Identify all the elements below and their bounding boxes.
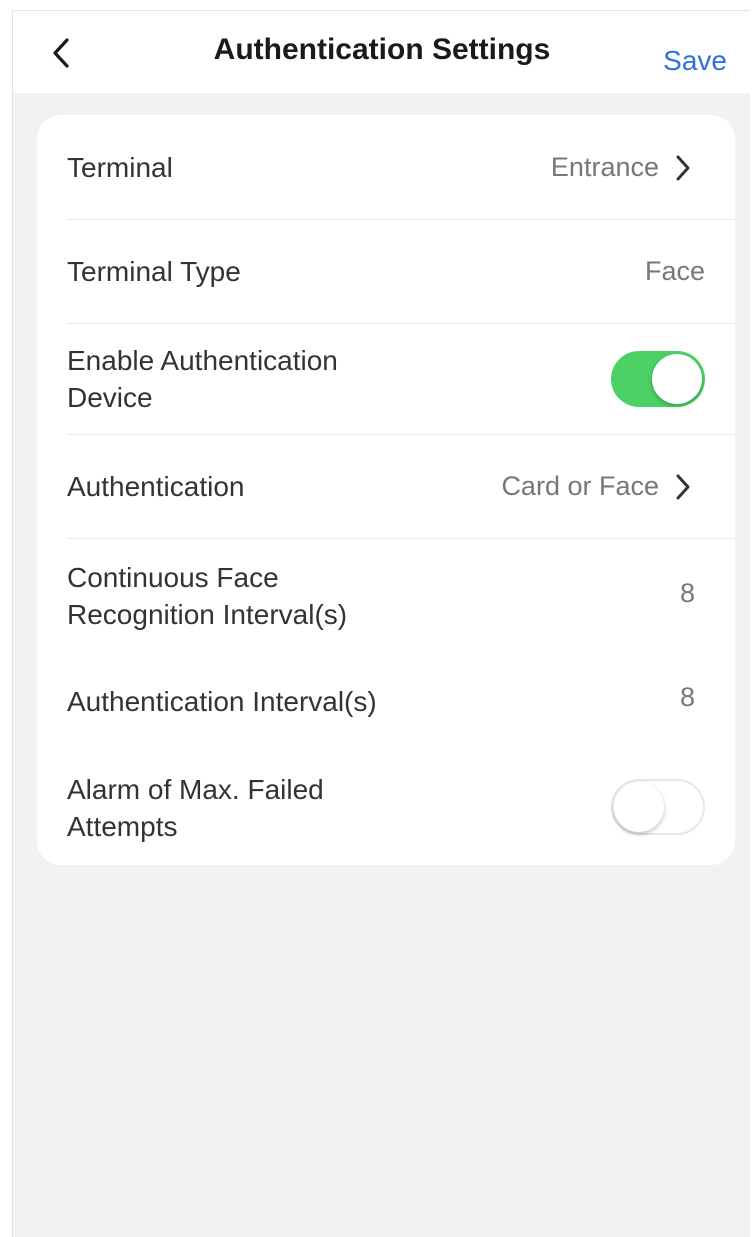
max-failed-alarm-toggle[interactable] <box>611 779 705 835</box>
authentication-label: Authentication <box>67 471 245 502</box>
authentication-value: Card or Face <box>501 471 659 501</box>
terminal-type-row: Terminal Type Face <box>67 220 705 323</box>
auth-interval-row[interactable]: Authentication Interval(s) 8 <box>67 649 705 749</box>
face-interval-row[interactable]: Continuous Face Recognition Interval(s) … <box>67 539 705 649</box>
face-interval-label-line2: Recognition Interval(s) <box>67 599 348 630</box>
terminal-label: Terminal <box>67 152 173 183</box>
enable-auth-device-row: Enable Authentication Device <box>67 324 705 434</box>
enable-auth-device-toggle[interactable] <box>611 351 705 407</box>
chevron-right-icon <box>676 474 690 500</box>
auth-interval-label: Authentication Interval(s) <box>67 686 377 717</box>
settings-card: Terminal Entrance Terminal Type Face Ena… <box>37 115 735 865</box>
terminal-value: Entrance <box>550 152 659 182</box>
window-frame-left <box>0 0 12 1237</box>
face-interval-value: 8 <box>679 578 695 608</box>
app-screen: Authentication Settings Save Terminal En… <box>12 10 751 1237</box>
authentication-row[interactable]: Authentication Card or Face <box>67 435 705 538</box>
nav-header: Authentication Settings Save <box>13 11 751 93</box>
page-title: Authentication Settings <box>213 33 551 66</box>
terminal-type-value: Face <box>644 256 705 286</box>
max-failed-alarm-label-line1: Alarm of Max. Failed <box>67 774 324 805</box>
auth-interval-value: 8 <box>679 682 695 712</box>
max-failed-alarm-label-line2: Attempts <box>67 811 178 842</box>
window-frame-top <box>0 0 753 10</box>
chevron-right-icon <box>676 155 690 181</box>
terminal-row[interactable]: Terminal Entrance <box>67 115 705 219</box>
enable-auth-device-label-line1: Enable Authentication <box>67 345 338 376</box>
toggle-knob <box>652 354 702 404</box>
face-interval-label-line1: Continuous Face <box>67 562 279 593</box>
back-button[interactable] <box>41 31 81 75</box>
save-button[interactable]: Save <box>663 45 727 77</box>
enable-auth-device-label-line2: Device <box>67 382 153 413</box>
toggle-knob <box>614 782 664 832</box>
terminal-type-label: Terminal Type <box>67 256 241 287</box>
max-failed-alarm-row: Alarm of Max. Failed Attempts <box>67 749 705 859</box>
chevron-left-icon <box>53 38 69 68</box>
